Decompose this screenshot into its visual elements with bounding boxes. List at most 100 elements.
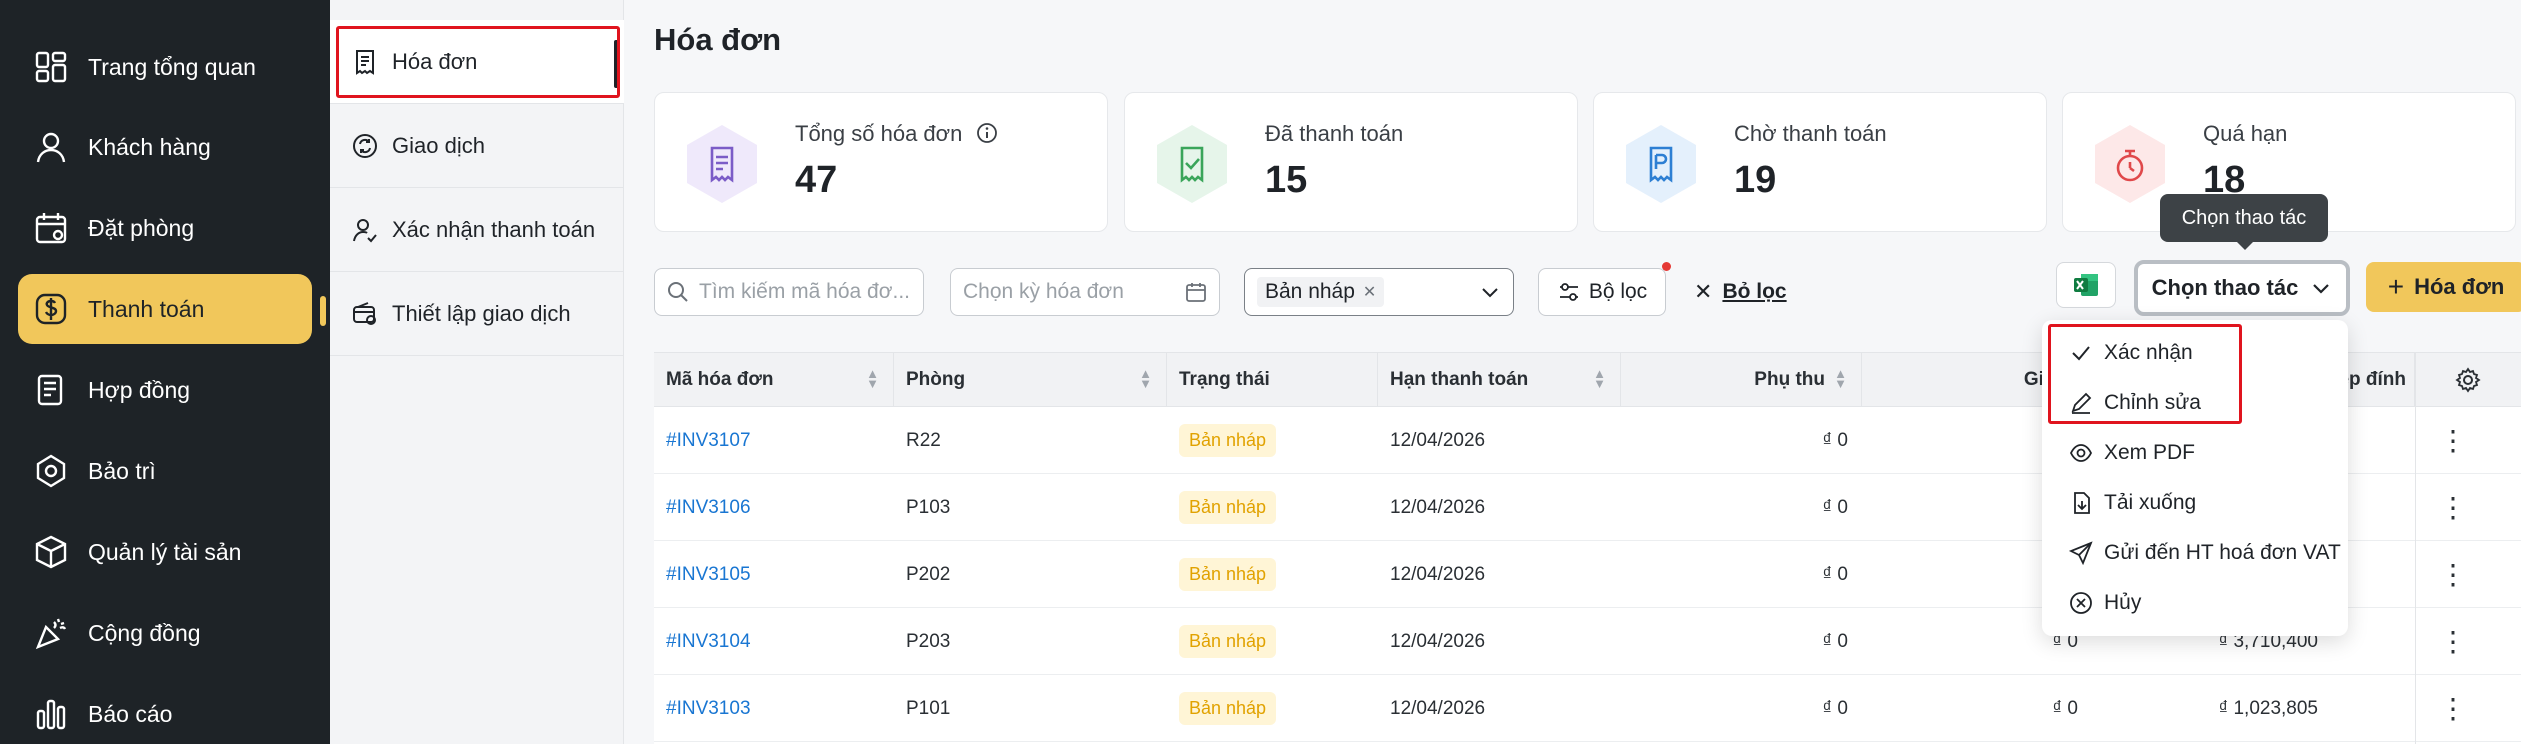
room-cell: P101 <box>906 697 951 719</box>
menu-item-download[interactable]: Tải xuống <box>2042 478 2348 528</box>
sort-icon[interactable]: ▲ ▼ <box>866 367 879 390</box>
sidebar-item-community[interactable]: Cộng đồng <box>18 598 312 668</box>
sidebar-item-label: Quản lý tài sản <box>88 538 242 565</box>
active-indicator <box>320 296 326 326</box>
menu-item-view-pdf[interactable]: Xem PDF <box>2042 428 2348 478</box>
page-title: Hóa đơn <box>654 22 782 57</box>
calendar-icon <box>1186 283 1206 302</box>
menu-item-cancel[interactable]: Hủy <box>2042 578 2348 628</box>
status-badge: Bản nháp <box>1179 692 1277 725</box>
cancel-icon <box>2068 590 2094 616</box>
invoice-id-link[interactable]: #INV3105 <box>654 541 751 608</box>
room-cell: R22 <box>906 429 941 451</box>
invoice-id-link[interactable]: #INV3103 <box>654 675 751 742</box>
subnav-item-transaction-settings[interactable]: Thiết lập giao dịch <box>330 272 624 356</box>
menu-item-label: Hủy <box>2104 591 2142 614</box>
calendar-icon <box>32 209 70 247</box>
dollar-icon <box>32 290 70 328</box>
choose-action-button[interactable]: Chọn thao tác <box>2134 260 2350 316</box>
invoice-id-link[interactable]: #INV3107 <box>654 407 751 474</box>
search-input[interactable]: Tìm kiếm mã hóa đơ... <box>654 268 924 316</box>
due-date-cell: 12/04/2026 <box>1390 563 1486 585</box>
col-header-invoice-id[interactable]: Mã hóa đơn ▲ ▼ <box>654 353 894 407</box>
due-date-cell: 12/04/2026 <box>1390 630 1486 652</box>
payment-subnav: Hóa đơn Giao dịch Xác nhận thanh toán Th… <box>330 0 624 744</box>
invoice-check-icon <box>1157 125 1227 203</box>
subnav-item-label: Thiết lập giao dịch <box>392 300 571 326</box>
status-cell: Bản nháp <box>1167 541 1277 608</box>
sort-icon[interactable]: ▲ ▼ <box>1139 367 1152 390</box>
sidebar-item-customers[interactable]: Khách hàng <box>18 112 312 182</box>
main-content: Hóa đơn Tổng số hóa đơn 47 Đã thanh toán… <box>624 0 2521 744</box>
send-icon <box>2068 540 2094 566</box>
status-badge: Bản nháp <box>1179 558 1277 591</box>
status-cell: Bản nháp <box>1167 407 1277 474</box>
add-invoice-button[interactable]: + Hóa đơn <box>2366 262 2521 312</box>
status-cell: Bản nháp <box>1167 608 1277 675</box>
sidebar-item-label: Thanh toán <box>88 295 205 322</box>
col-header-status[interactable]: Trạng thái <box>1167 353 1378 407</box>
sort-icon[interactable]: ▲ ▼ <box>1834 367 1847 390</box>
export-excel-button[interactable] <box>2056 262 2116 308</box>
subnav-item-transactions[interactable]: Giao dịch <box>330 104 624 188</box>
dashboard-icon <box>32 48 70 86</box>
sidebar-item-assets[interactable]: Quản lý tài sản <box>18 517 312 587</box>
sidebar-item-payment[interactable]: Thanh toán <box>18 274 312 344</box>
period-placeholder: Chọn kỳ hóa đơn <box>963 280 1124 303</box>
app-root: Trang tổng quan Khách hàng Đặt phòng Tha… <box>0 0 2521 744</box>
status-chip: Bản nháp ✕ <box>1257 277 1385 307</box>
surcharge-cell: ₫ 0 <box>1822 429 1848 451</box>
menu-item-label: Tải xuống <box>2104 491 2197 514</box>
contract-icon <box>32 371 70 409</box>
discount-cell: ₫ 0 <box>2052 697 2078 719</box>
download-icon <box>2068 490 2094 516</box>
invoice-id-link[interactable]: #INV3104 <box>654 608 751 675</box>
sidebar-item-dashboard[interactable]: Trang tổng quan <box>18 32 312 102</box>
highlight-box-invoices <box>336 26 620 98</box>
surcharge-cell: ₫ 0 <box>1822 563 1848 585</box>
sidebar-item-label: Trang tổng quan <box>88 53 256 80</box>
stat-value: 47 <box>795 159 838 201</box>
due-date-cell: 12/04/2026 <box>1390 429 1486 451</box>
action-tooltip: Chọn thao tác <box>2160 194 2328 250</box>
user-check-icon <box>350 215 380 245</box>
sidebar-item-maintenance[interactable]: Bảo trì <box>18 436 312 506</box>
surcharge-cell: ₫ 0 <box>1822 630 1848 652</box>
status-badge: Bản nháp <box>1179 424 1277 457</box>
filter-button[interactable]: Bộ lọc <box>1538 268 1666 316</box>
menu-item-send-vat[interactable]: Gửi đến HT hoá đơn VAT <box>2042 528 2348 578</box>
col-header-surcharge[interactable]: Phụ thu ▲ ▼ <box>1621 353 1862 407</box>
due-date-cell: 12/04/2026 <box>1390 697 1486 719</box>
room-cell: P103 <box>906 496 951 518</box>
excel-icon <box>2074 274 2098 296</box>
col-header-due-date[interactable]: Hạn thanh toán ▲ ▼ <box>1378 353 1621 407</box>
refresh-icon <box>350 131 380 161</box>
status-cell: Bản nháp <box>1167 675 1277 742</box>
search-placeholder: Tìm kiếm mã hóa đơ... <box>699 280 910 303</box>
surcharge-cell: ₫ 0 <box>1822 697 1848 719</box>
filter-label: Bộ lọc <box>1588 280 1648 303</box>
invoice-period-picker[interactable]: Chọn kỳ hóa đơn <box>950 268 1220 316</box>
stat-label: Đã thanh toán <box>1265 121 1404 146</box>
status-select[interactable]: Bản nháp ✕ <box>1244 268 1514 316</box>
sidebar-item-reports[interactable]: Báo cáo <box>18 679 312 744</box>
highlight-box-menu <box>2048 324 2242 424</box>
actions-column <box>2415 353 2521 744</box>
col-header-room[interactable]: Phòng ▲ ▼ <box>894 353 1167 407</box>
sidebar-item-contracts[interactable]: Hợp đồng <box>18 355 312 425</box>
chip-remove-icon[interactable]: ✕ <box>1363 282 1376 302</box>
sidebar-item-label: Cộng đồng <box>88 619 201 646</box>
info-icon[interactable] <box>976 122 998 144</box>
bar-chart-icon <box>32 695 70 733</box>
invoice-id-link[interactable]: #INV3106 <box>654 474 751 541</box>
sort-icon[interactable]: ▲ ▼ <box>1593 367 1606 390</box>
room-cell: P202 <box>906 563 951 585</box>
clear-filter-button[interactable]: ✕ Bỏ lọc <box>1694 268 1787 316</box>
sidebar-item-booking[interactable]: Đặt phòng <box>18 193 312 263</box>
stat-card-paid: Đã thanh toán 15 <box>1124 92 1578 232</box>
table-row[interactable]: #INV3103 P101 Bản nháp 12/04/2026 ₫ 0 ₫ … <box>654 675 2521 742</box>
status-cell: Bản nháp <box>1167 474 1277 541</box>
subnav-item-payment-confirm[interactable]: Xác nhận thanh toán <box>330 188 624 272</box>
eye-icon <box>2068 440 2094 466</box>
sidebar-item-label: Hợp đồng <box>88 376 191 403</box>
